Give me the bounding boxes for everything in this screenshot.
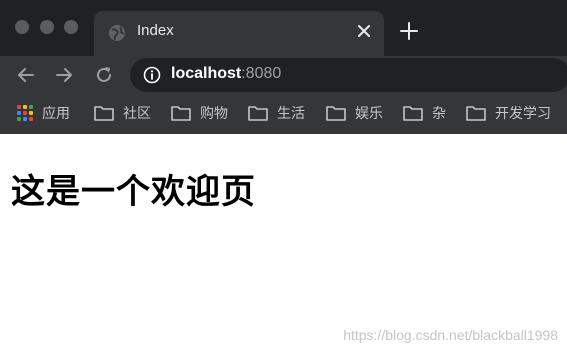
bookmark-folder-misc[interactable]: 杂 bbox=[403, 103, 446, 123]
bookmark-label: 生活 bbox=[277, 106, 305, 122]
url-text[interactable]: localhost:8080 bbox=[171, 65, 281, 83]
forward-icon[interactable] bbox=[53, 64, 75, 86]
new-tab-icon[interactable] bbox=[399, 21, 419, 41]
tab-title: Index bbox=[137, 22, 174, 39]
folder-icon bbox=[94, 106, 114, 121]
url-port: :8080 bbox=[241, 65, 282, 82]
bookmark-label: 社区 bbox=[123, 106, 151, 122]
folder-icon bbox=[248, 106, 268, 121]
bookmark-label: 应用 bbox=[42, 106, 70, 122]
globe-icon bbox=[109, 25, 125, 41]
bookmark-label: 娱乐 bbox=[355, 106, 383, 122]
title-bar: Index bbox=[0, 0, 567, 56]
reload-icon[interactable] bbox=[93, 64, 115, 86]
url-host: localhost bbox=[171, 65, 242, 82]
folder-icon bbox=[403, 106, 423, 121]
watermark-text: https://blog.csdn.net/blackball1998 bbox=[343, 327, 558, 343]
bookmark-folder-community[interactable]: 社区 bbox=[94, 103, 151, 123]
browser-tab[interactable]: Index bbox=[94, 11, 384, 56]
minimize-window-button[interactable] bbox=[40, 20, 54, 34]
address-bar[interactable]: localhost:8080 bbox=[130, 58, 567, 92]
back-icon[interactable] bbox=[15, 64, 37, 86]
bookmark-folder-entertainment[interactable]: 娱乐 bbox=[326, 103, 383, 123]
folder-icon bbox=[466, 106, 486, 121]
apps-icon bbox=[17, 105, 33, 121]
toolbar: localhost:8080 bbox=[0, 56, 567, 94]
maximize-window-button[interactable] bbox=[64, 20, 78, 34]
bookmark-label: 杂 bbox=[432, 106, 446, 122]
bookmark-label: 购物 bbox=[200, 106, 228, 122]
close-tab-icon[interactable] bbox=[356, 23, 372, 39]
folder-icon bbox=[171, 106, 191, 121]
folder-icon bbox=[326, 106, 346, 121]
bookmark-apps[interactable]: 应用 bbox=[17, 103, 70, 123]
close-window-button[interactable] bbox=[15, 20, 29, 34]
browser-chrome: Index localhost:8080 应用 社区 购物 生活 娱乐 杂 开发… bbox=[0, 0, 567, 134]
bookmark-folder-life[interactable]: 生活 bbox=[248, 103, 305, 123]
page-heading: 这是一个欢迎页 bbox=[11, 172, 256, 212]
site-info-icon[interactable] bbox=[143, 66, 161, 84]
bookmark-label: 开发学习 bbox=[495, 106, 551, 122]
bookmarks-bar: 应用 社区 购物 生活 娱乐 杂 开发学习 bbox=[0, 94, 567, 134]
bookmark-folder-shopping[interactable]: 购物 bbox=[171, 103, 228, 123]
bookmark-folder-dev-learning[interactable]: 开发学习 bbox=[466, 103, 551, 123]
page-content: 这是一个欢迎页 https://blog.csdn.net/blackball1… bbox=[0, 134, 567, 351]
